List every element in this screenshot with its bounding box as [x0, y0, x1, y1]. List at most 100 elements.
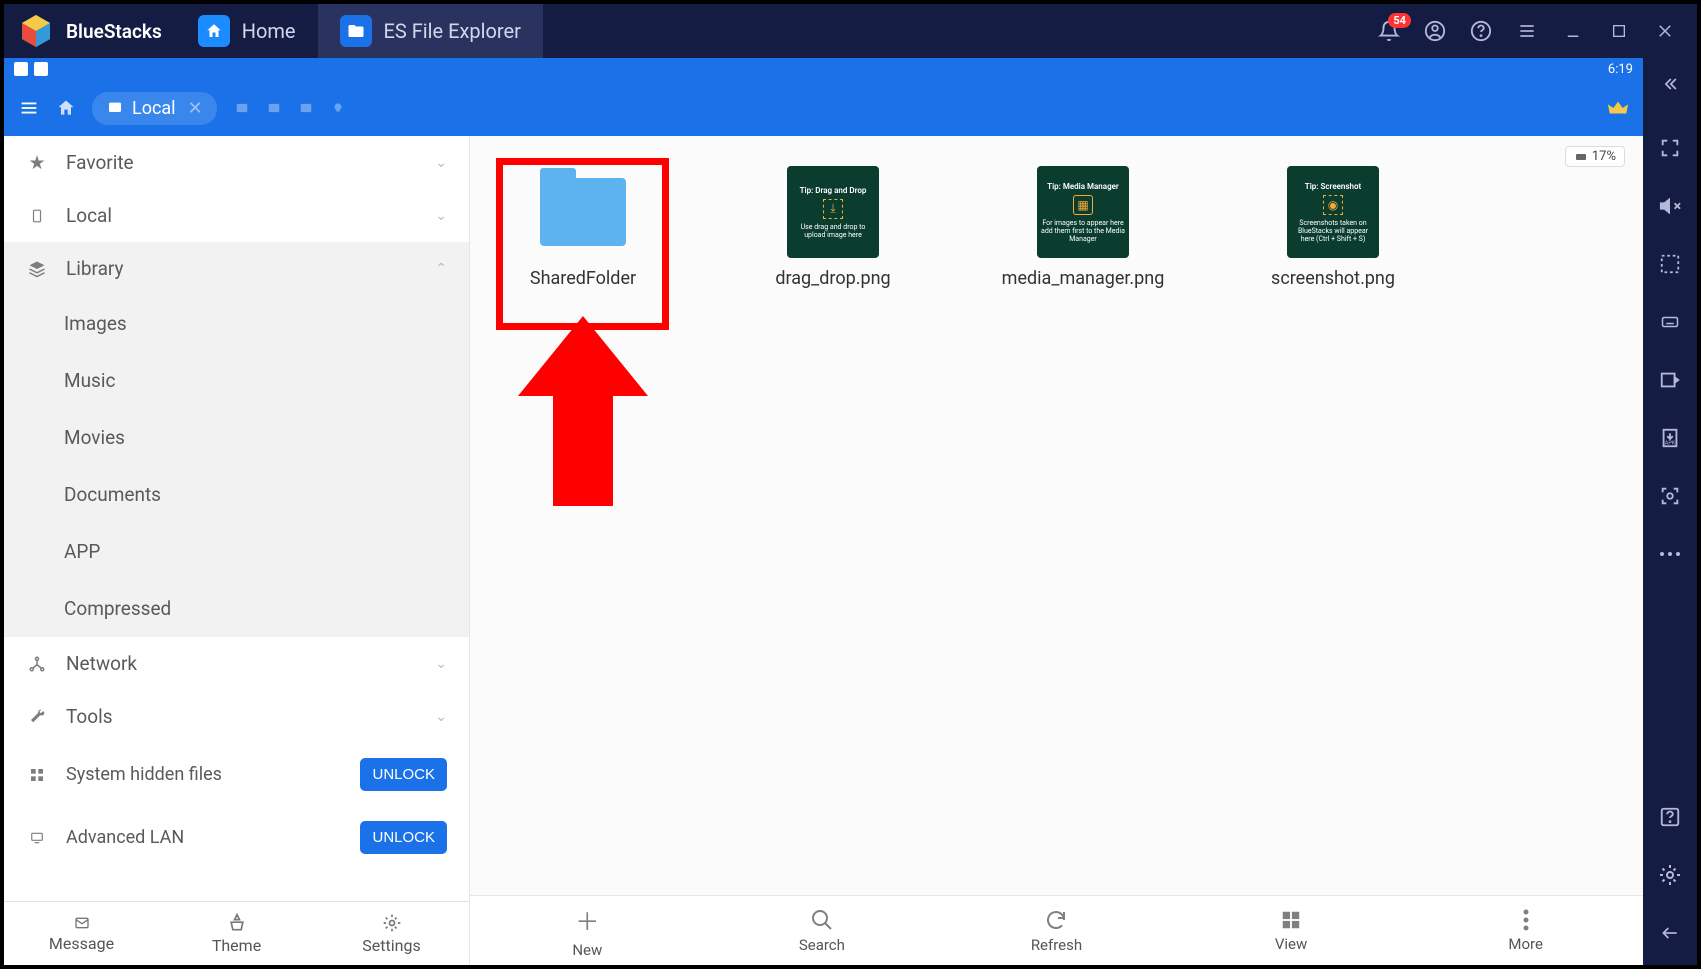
menu-icon[interactable] — [1515, 19, 1539, 43]
account-icon[interactable] — [1423, 19, 1447, 43]
file-item-sharedfolder[interactable]: SharedFolder — [498, 166, 668, 289]
sidebar-item-documents[interactable]: Documents — [4, 466, 469, 523]
thumbnail-icon: Tip: Media Manager ▦ For images to appea… — [1037, 166, 1129, 258]
settings-gear-icon[interactable] — [1656, 861, 1684, 889]
action-label: Search — [799, 936, 845, 954]
tab-label: Home — [242, 19, 296, 43]
sidebar-bottom-theme[interactable]: Theme — [159, 902, 314, 965]
bluestacks-logo-icon — [16, 11, 56, 51]
star-icon: ★ — [26, 152, 48, 174]
es-sidebar: ★ Favorite ⌄ Local ⌄ Library ⌃ — [4, 136, 470, 965]
section-label: Favorite — [66, 151, 134, 174]
volume-mute-icon[interactable] — [1656, 192, 1684, 220]
section-label: Tools — [66, 705, 113, 728]
bottom-label: Message — [49, 934, 114, 953]
sidebar-bottom-settings[interactable]: Settings — [314, 902, 469, 965]
selection-icon[interactable] — [1656, 250, 1684, 278]
bottom-action-new[interactable]: ＋ New — [470, 896, 705, 965]
es-home-icon[interactable] — [56, 98, 76, 118]
unlock-button[interactable]: UNLOCK — [360, 821, 447, 854]
screenshot-icon[interactable] — [1656, 482, 1684, 510]
unlock-label: System hidden files — [66, 764, 342, 785]
android-statusbar: 6:19 — [4, 58, 1643, 80]
keyboard-icon[interactable] — [1656, 308, 1684, 336]
back-arrow-icon[interactable] — [1656, 919, 1684, 947]
section-label: Library — [66, 257, 124, 280]
lan-icon — [26, 827, 48, 849]
help-icon[interactable] — [1469, 19, 1493, 43]
sidebar-item-music[interactable]: Music — [4, 352, 469, 409]
es-header: Local ✕ — [4, 80, 1643, 136]
apk-install-icon[interactable]: APK — [1656, 424, 1684, 452]
thumbnail-icon: Tip: Screenshot ◉ Screenshots taken on B… — [1287, 166, 1379, 258]
file-item-media-manager[interactable]: Tip: Media Manager ▦ For images to appea… — [998, 166, 1168, 289]
sdcard-icon — [106, 100, 124, 116]
action-label: More — [1508, 935, 1543, 953]
status-icon — [14, 62, 28, 76]
sidebar-item-movies[interactable]: Movies — [4, 409, 469, 466]
sidebar-section-tools[interactable]: Tools ⌄ — [4, 690, 469, 743]
notifications-icon[interactable]: 54 — [1377, 19, 1401, 43]
message-icon — [72, 915, 92, 931]
tab-es-file-explorer[interactable]: ES File Explorer — [318, 4, 543, 58]
chevron-down-icon: ⌄ — [435, 709, 447, 725]
sidebar-item-compressed[interactable]: Compressed — [4, 580, 469, 637]
breadcrumb-ghost-icons — [233, 101, 347, 115]
more-dots-icon[interactable] — [1656, 540, 1684, 568]
search-icon — [810, 908, 834, 932]
minimize-icon[interactable] — [1561, 19, 1585, 43]
file-item-drag-drop[interactable]: Tip: Drag and Drop ⤓ Use drag and drop t… — [748, 166, 918, 289]
phone-icon — [26, 205, 48, 227]
status-time: 6:19 — [1608, 62, 1633, 77]
collapse-sidebar-icon[interactable] — [1656, 70, 1684, 98]
sidebar-section-favorite[interactable]: ★ Favorite ⌄ — [4, 136, 469, 189]
file-item-screenshot[interactable]: Tip: Screenshot ◉ Screenshots taken on B… — [1248, 166, 1418, 289]
disk-icon — [1574, 151, 1588, 163]
premium-crown-icon[interactable] — [1607, 97, 1629, 119]
hamburger-icon[interactable] — [18, 97, 40, 119]
bottom-action-search[interactable]: Search — [705, 896, 940, 965]
titlebar: BlueStacks Home ES File Explorer 54 — [4, 4, 1697, 58]
stack-icon — [26, 258, 48, 280]
bottom-action-refresh[interactable]: Refresh — [939, 896, 1174, 965]
section-label: Local — [66, 204, 112, 227]
fullscreen-icon[interactable] — [1656, 134, 1684, 162]
bottom-label: Theme — [212, 936, 261, 955]
section-label: Network — [66, 652, 137, 675]
bottom-label: Settings — [362, 936, 420, 955]
action-label: View — [1275, 935, 1307, 953]
chevron-down-icon: ⌄ — [435, 155, 447, 171]
bottom-action-view[interactable]: View — [1174, 896, 1409, 965]
tab-home[interactable]: Home — [176, 4, 318, 58]
sidebar-section-library[interactable]: Library ⌃ — [4, 242, 469, 295]
file-name: SharedFolder — [530, 268, 636, 289]
export-icon[interactable] — [1656, 366, 1684, 394]
breadcrumb-label: Local — [132, 98, 176, 119]
sidebar-bottom-message[interactable]: Message — [4, 902, 159, 965]
file-name: drag_drop.png — [775, 268, 890, 289]
thumbnail-icon: Tip: Drag and Drop ⤓ Use drag and drop t… — [787, 166, 879, 258]
action-label: New — [572, 941, 602, 959]
notification-badge: 54 — [1388, 13, 1411, 28]
close-icon[interactable] — [1653, 19, 1677, 43]
bottom-action-more[interactable]: More — [1408, 896, 1643, 965]
unlock-button[interactable]: UNLOCK — [360, 758, 447, 791]
sidebar-unlock-hidden-files: System hidden files UNLOCK — [4, 743, 469, 806]
wrench-icon — [26, 706, 48, 728]
gear-icon — [382, 913, 402, 933]
storage-analyze-badge[interactable]: 17% — [1565, 146, 1625, 167]
sidebar-section-local[interactable]: Local ⌄ — [4, 189, 469, 242]
theme-icon — [227, 913, 247, 933]
chevron-down-icon: ⌄ — [435, 208, 447, 224]
sidebar-item-app[interactable]: APP — [4, 523, 469, 580]
brand-label: BlueStacks — [66, 20, 162, 43]
help-box-icon[interactable] — [1656, 803, 1684, 831]
maximize-icon[interactable] — [1607, 19, 1631, 43]
breadcrumb-chip[interactable]: Local ✕ — [92, 92, 217, 125]
action-label: Refresh — [1031, 936, 1082, 954]
more-icon — [1523, 909, 1529, 931]
sidebar-section-network[interactable]: Network ⌄ — [4, 637, 469, 690]
breadcrumb-close-icon[interactable]: ✕ — [188, 98, 203, 119]
chevron-down-icon: ⌄ — [435, 656, 447, 672]
sidebar-item-images[interactable]: Images — [4, 295, 469, 352]
